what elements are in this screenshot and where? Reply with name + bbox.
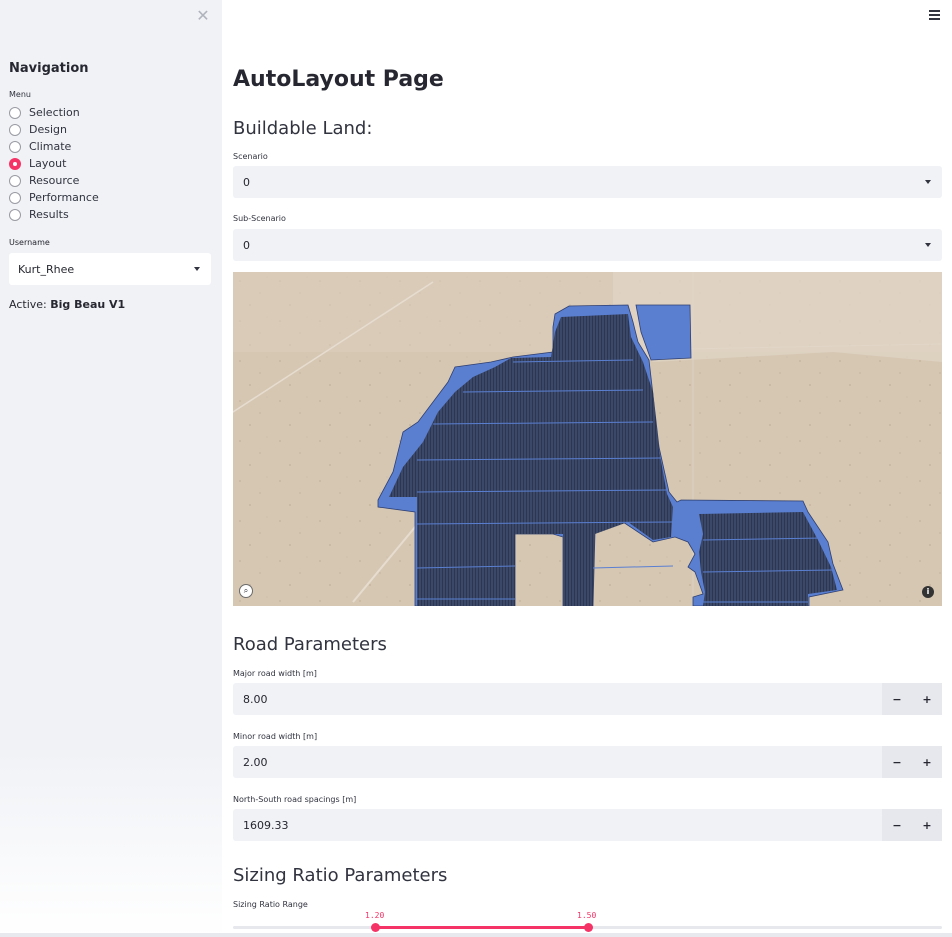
radio-circle[interactable] (9, 106, 21, 119)
menu-radio-group: Selection Design Climate Layout Resource… (9, 104, 99, 223)
decrement-button[interactable]: − (882, 809, 912, 841)
radio-design[interactable]: Design (9, 121, 99, 138)
scenario-value: 0 (243, 175, 250, 189)
menu-label: Menu (9, 90, 31, 99)
radio-circle[interactable] (9, 174, 21, 187)
map-svg (233, 272, 942, 606)
radio-label: Results (29, 208, 69, 221)
minor-road-value[interactable]: 2.00 (233, 746, 882, 778)
slider-high-value: 1.50 (577, 911, 597, 920)
increment-button[interactable]: + (912, 809, 942, 841)
major-road-width-input[interactable]: 8.00 − + (233, 683, 942, 715)
sizing-ratio-header: Sizing Ratio Parameters (233, 865, 448, 886)
radio-performance[interactable]: Performance (9, 189, 99, 206)
search-icon[interactable]: ⌕ (239, 584, 253, 598)
radio-label: Design (29, 123, 67, 136)
page-title: AutoLayout Page (233, 67, 444, 92)
decrement-button[interactable]: − (882, 683, 912, 715)
navigation-title: Navigation (9, 61, 89, 76)
ns-road-spacing-input[interactable]: 1609.33 − + (233, 809, 942, 841)
chevron-down-icon (925, 180, 931, 184)
subscenario-label: Sub-Scenario (233, 214, 286, 223)
subscenario-value: 0 (243, 238, 250, 252)
slider-low-value: 1.20 (365, 911, 385, 920)
minor-road-label: Minor road width [m] (233, 732, 318, 741)
radio-resource[interactable]: Resource (9, 172, 99, 189)
sidebar: ✕ Navigation Menu Selection Design Clima… (0, 0, 222, 937)
username-value: Kurt_Rhee (18, 262, 75, 276)
increment-button[interactable]: + (912, 746, 942, 778)
chevron-down-icon (925, 243, 931, 247)
chevron-down-icon (194, 267, 200, 271)
radio-results[interactable]: Results (9, 206, 99, 223)
buildable-land-header: Buildable Land: (233, 118, 373, 139)
scenario-label: Scenario (233, 152, 268, 161)
decrement-button[interactable]: − (882, 746, 912, 778)
horizontal-scrollbar[interactable] (0, 933, 952, 937)
active-project-name: Big Beau V1 (50, 298, 126, 311)
minor-road-width-input[interactable]: 2.00 − + (233, 746, 942, 778)
radio-label: Selection (29, 106, 80, 119)
active-project: Active: Big Beau V1 (9, 298, 125, 311)
road-parameters-header: Road Parameters (233, 634, 387, 655)
hamburger-menu-icon[interactable] (929, 10, 940, 22)
radio-layout[interactable]: Layout (9, 155, 99, 172)
close-icon[interactable]: ✕ (196, 8, 210, 24)
radio-circle[interactable] (9, 140, 21, 153)
increment-button[interactable]: + (912, 683, 942, 715)
radio-circle[interactable] (9, 191, 21, 204)
slider-high-thumb[interactable] (584, 923, 593, 932)
scenario-select[interactable]: 0 (233, 166, 942, 198)
radio-label: Resource (29, 174, 80, 187)
radio-label: Performance (29, 191, 99, 204)
radio-circle[interactable] (9, 208, 21, 221)
username-label: Username (9, 238, 50, 247)
ns-spacing-value[interactable]: 1609.33 (233, 809, 882, 841)
info-icon[interactable]: i (922, 586, 934, 598)
radio-label: Climate (29, 140, 72, 153)
radio-circle[interactable] (9, 123, 21, 136)
radio-label: Layout (29, 157, 67, 170)
satellite-map[interactable]: ⌕ i (233, 272, 942, 606)
major-road-label: Major road width [m] (233, 669, 317, 678)
username-select[interactable]: Kurt_Rhee (9, 253, 211, 285)
subscenario-select[interactable]: 0 (233, 229, 942, 261)
major-road-value[interactable]: 8.00 (233, 683, 882, 715)
sizing-ratio-label: Sizing Ratio Range (233, 900, 308, 909)
slider-low-thumb[interactable] (371, 923, 380, 932)
radio-selection[interactable]: Selection (9, 104, 99, 121)
radio-climate[interactable]: Climate (9, 138, 99, 155)
active-prefix: Active: (9, 298, 47, 311)
radio-circle-selected[interactable] (9, 157, 21, 170)
ns-spacing-label: North-South road spacings [m] (233, 795, 357, 804)
slider-range-fill (375, 926, 588, 929)
